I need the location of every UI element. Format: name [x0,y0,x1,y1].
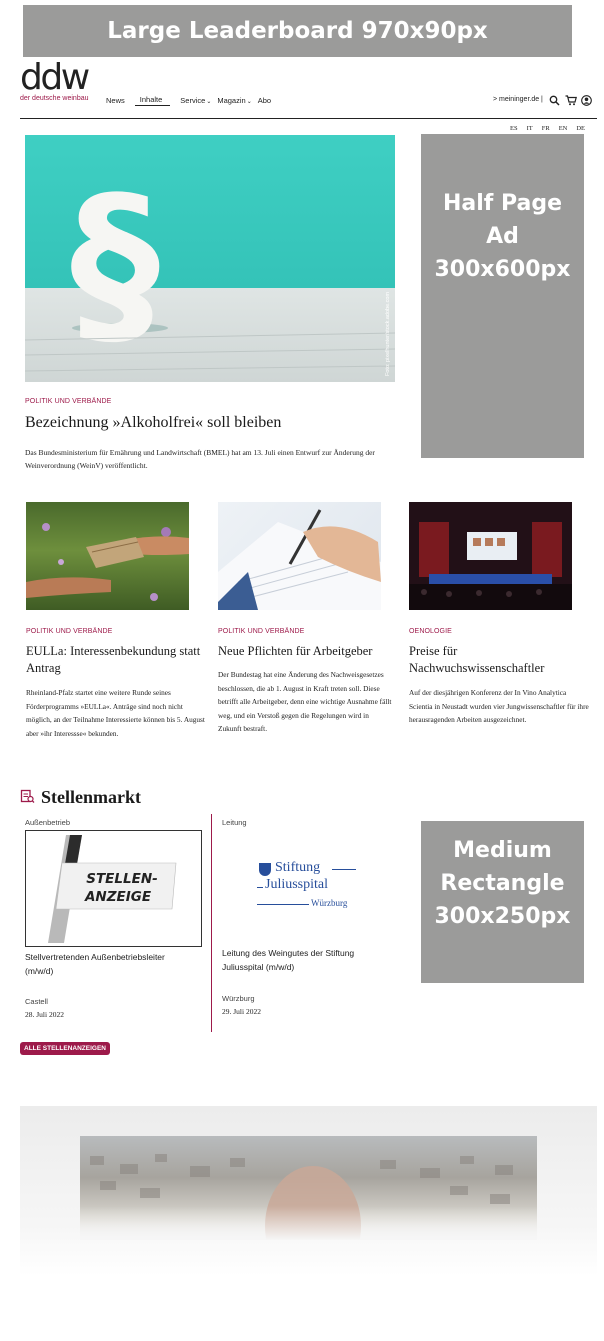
main-nav: News Inhalte Service⌄ Magazin⌄ Abo [106,95,271,106]
svg-text:§: § [70,159,160,368]
job-location: Castell [25,997,48,1006]
hero-image[interactable]: § Foto: pixelhunter/stock.adobe.com [25,135,395,382]
all-jobs-button[interactable]: ALLE STELLENANZEIGEN [20,1042,110,1055]
half-page-ad-label: Half Page Ad 300x600px [434,191,571,282]
logo-subtitle: der deutsche weinbau [20,95,89,102]
job-card[interactable]: Außenbetrieb STELLEN- ANZEIGE Stellvertr… [20,814,212,1032]
job-logo-line2: Juliusspital [265,877,329,892]
hero-kicker: POLITIK UND VERBÄNDE [25,398,112,405]
money-hands-graphic [26,523,189,601]
lang-de[interactable]: DE [576,125,585,132]
svg-text:ANZEIGE: ANZEIGE [84,889,152,905]
half-page-ad[interactable]: Half Page Ad 300x600px [421,134,584,458]
logo-rule [257,904,309,905]
nav-item-magazin-label: Magazin [217,96,246,105]
job-category: Außenbetrieb [25,818,71,827]
article-title[interactable]: Neue Pflichten für Arbeitgeber [218,643,403,660]
medium-rectangle-ad[interactable]: Medium Rectangle 300x250px [421,821,584,983]
job-date: 29. Juli 2022 [222,1007,261,1016]
stellenanzeige-logo-graphic: STELLEN- ANZEIGE [48,835,177,943]
nav-item-service[interactable]: Service⌄ [180,96,211,105]
logo-rule [257,887,263,888]
logo-rule [332,869,356,870]
article-kicker: OENOLOGIE [409,628,452,635]
nav-item-magazin[interactable]: Magazin⌄ [217,96,251,105]
search-icon[interactable] [549,93,560,106]
lang-fr[interactable]: FR [542,125,550,132]
article-title[interactable]: EULLa: Interessenbekundung statt Antrag [26,643,211,677]
article-teaser: Rheinland-Pfalz startet eine weitere Run… [26,688,205,738]
job-title[interactable]: Stellvertretenden Außenbetriebsleiter (m… [25,950,195,978]
job-title[interactable]: Leitung des Weingutes der Stiftung Juliu… [222,946,392,974]
job-card[interactable]: Leitung Stiftung Juliusspital Würzburg L… [213,814,403,1032]
article-image-arbeitgeber[interactable] [218,502,381,610]
article-title[interactable]: Preise für Nachwuchswissenschaftler [409,643,569,677]
lang-en[interactable]: EN [559,125,568,132]
job-logo-line3: Würzburg [311,898,348,908]
svg-text:STELLEN-: STELLEN- [86,871,157,887]
article-image-preise[interactable] [409,502,572,610]
meininger-link[interactable]: > meininger.de | [493,96,543,103]
paragraph-sign-graphic: § [25,159,395,372]
job-location: Würzburg [222,994,255,1003]
job-category: Leitung [222,818,247,827]
town-portrait-graphic [80,1154,537,1240]
header-divider [20,118,597,119]
stellenmarkt-heading: Stellenmarkt [41,787,141,807]
logo-text: ddw [20,57,90,98]
conference-stage-graphic [409,502,572,610]
account-icon[interactable] [581,93,592,106]
chevron-down-icon: ⌄ [246,99,252,105]
coat-of-arms-icon [259,863,271,876]
job-logo: Stiftung Juliusspital Würzburg [253,860,363,910]
language-switcher: ES IT FR EN DE [510,125,585,132]
job-logo-line1: Stiftung [275,860,321,875]
article-image-eulla[interactable] [26,502,189,610]
nav-item-service-label: Service [180,96,206,105]
hero-title[interactable]: Bezeichnung »Alkoholfrei« soll bleiben [25,414,281,432]
job-date: 28. Juli 2022 [25,1010,64,1019]
photo-credit: Foto: pixelhunter/stock.adobe.com [385,291,391,376]
article-teaser: Auf der diesjährigen Konferenz der In Vi… [409,688,589,724]
article-kicker: POLITIK UND VERBÄNDE [26,628,113,635]
hero-teaser: Das Bundesministerium für Ernährung und … [25,448,375,470]
leaderboard-ad[interactable]: Large Leaderboard 970x90px [23,5,572,57]
nav-item-abo[interactable]: Abo [258,96,271,105]
job-logo: STELLEN- ANZEIGE [25,830,202,947]
signing-document-graphic [218,509,381,610]
lang-it[interactable]: IT [527,125,533,132]
cart-icon[interactable] [565,93,577,106]
leaderboard-ad-label: Large Leaderboard 970x90px [107,18,488,44]
medium-rectangle-ad-label: Medium Rectangle 300x250px [434,838,571,929]
site-logo[interactable]: ddw der deutsche weinbau [20,58,100,108]
chevron-down-icon: ⌄ [206,99,212,105]
featured-teaser-image[interactable] [80,1136,537,1240]
article-teaser: Der Bundestag hat eine Änderung des Nach… [218,670,392,733]
stellenmarkt-icon [20,789,35,804]
article-kicker: POLITIK UND VERBÄNDE [218,628,305,635]
lang-es[interactable]: ES [510,125,518,132]
nav-item-news[interactable]: News [106,96,125,105]
nav-item-inhalte[interactable]: Inhalte [134,95,171,106]
